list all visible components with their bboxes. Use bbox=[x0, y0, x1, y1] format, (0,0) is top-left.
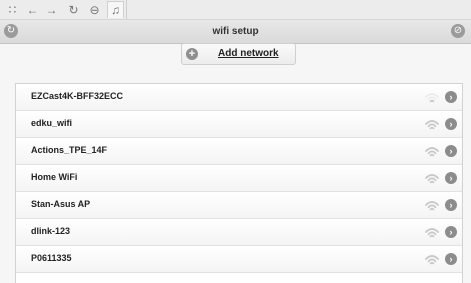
forward-arrow-icon[interactable]: → bbox=[43, 1, 60, 18]
chevron-right-icon[interactable]: › bbox=[445, 172, 457, 184]
chevron-right-icon[interactable]: › bbox=[445, 145, 457, 157]
network-row[interactable]: EZCast4K-BFF32ECC › bbox=[16, 84, 462, 111]
chevron-right-icon[interactable]: › bbox=[445, 199, 457, 211]
network-name: dlink-123 bbox=[31, 226, 71, 236]
grid-icon[interactable]: ∷ bbox=[4, 1, 21, 18]
page-header: ↻ wifi setup ⊘ bbox=[0, 20, 471, 44]
chevron-right-icon[interactable]: › bbox=[445, 118, 457, 130]
wifi-signal-icon bbox=[425, 147, 439, 157]
add-network-button[interactable]: + Add network bbox=[181, 43, 296, 65]
wifi-signal-icon bbox=[425, 120, 439, 130]
close-icon[interactable]: ⊘ bbox=[451, 24, 465, 38]
network-name: Actions_TPE_14F bbox=[31, 145, 108, 155]
stop-icon[interactable]: ⊖ bbox=[86, 1, 103, 18]
toolbar-tab-strip bbox=[126, 0, 471, 19]
network-row[interactable]: Actions_TPE_14F › bbox=[16, 138, 462, 165]
chevron-right-icon[interactable]: › bbox=[445, 226, 457, 238]
network-name: P0611335 bbox=[31, 253, 72, 263]
network-list: EZCast4K-BFF32ECC › edku_wifi › Actions_TPE_… bbox=[15, 83, 463, 283]
wifi-signal-icon bbox=[425, 174, 439, 184]
back-arrow-icon[interactable]: ← bbox=[24, 1, 41, 18]
browser-toolbar: ∷ ← → ↻ ⊖ ♫ bbox=[0, 0, 471, 20]
network-name: EZCast4K-BFF32ECC bbox=[31, 91, 124, 101]
media-icon[interactable]: ♫ bbox=[107, 1, 124, 18]
network-row[interactable]: Home WiFi › bbox=[16, 165, 462, 192]
wifi-signal-icon bbox=[425, 255, 439, 265]
network-row[interactable]: Stan-Asus AP › bbox=[16, 192, 462, 219]
network-name: Home WiFi bbox=[31, 172, 78, 182]
add-network-label: Add network bbox=[218, 48, 279, 59]
network-name: Stan-Asus AP bbox=[31, 199, 91, 209]
chevron-right-icon[interactable]: › bbox=[445, 91, 457, 103]
network-row[interactable]: edku_wifi › bbox=[16, 111, 462, 138]
wifi-signal-icon bbox=[425, 201, 439, 211]
network-row[interactable]: dlink-123 › bbox=[16, 219, 462, 246]
network-row[interactable]: P0611335 › bbox=[16, 246, 462, 273]
wifi-signal-icon bbox=[425, 93, 439, 103]
refresh-icon[interactable]: ↻ bbox=[65, 1, 82, 18]
chevron-right-icon[interactable]: › bbox=[445, 253, 457, 265]
plus-icon: + bbox=[186, 48, 198, 60]
wifi-signal-icon bbox=[425, 228, 439, 238]
page-title: wifi setup bbox=[212, 26, 259, 37]
network-name: edku_wifi bbox=[31, 118, 73, 128]
